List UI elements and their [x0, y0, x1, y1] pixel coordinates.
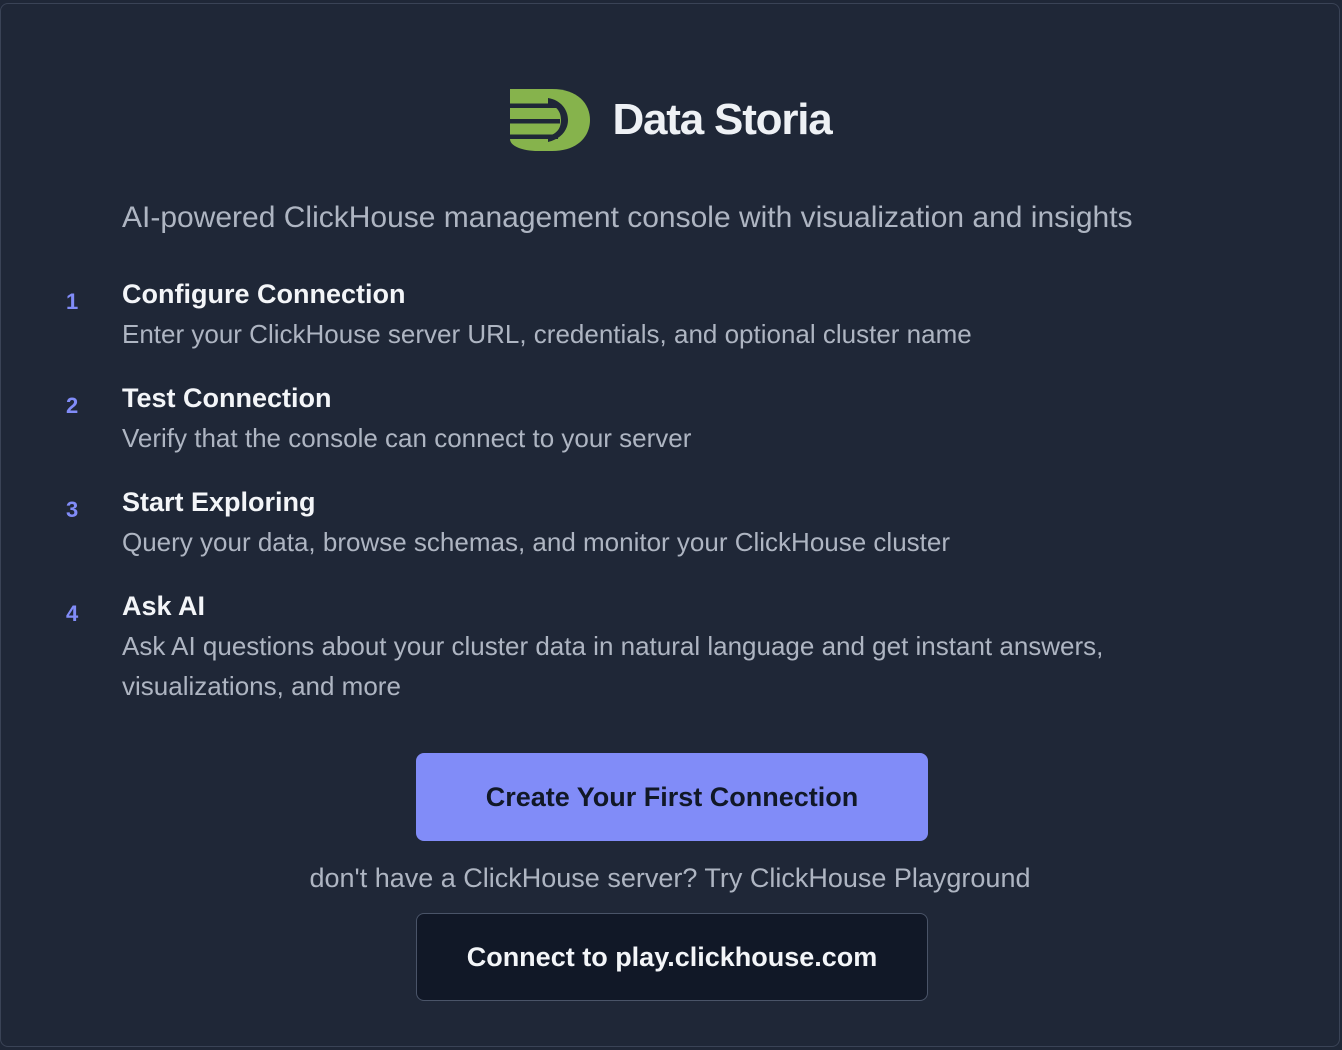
step-title: Configure Connection — [122, 279, 406, 309]
step-item: 2 Test Connection Verify that the consol… — [1, 378, 1301, 458]
app-header: Data Storia — [1, 86, 1339, 154]
step-item: 1 Configure Connection Enter your ClickH… — [1, 274, 1301, 354]
step-description: Enter your ClickHouse server URL, creden… — [122, 319, 972, 349]
tagline: AI-powered ClickHouse management console… — [122, 201, 1133, 234]
step-number: 2 — [66, 393, 79, 418]
welcome-panel: Data Storia AI-powered ClickHouse manage… — [0, 3, 1340, 1047]
step-title: Test Connection — [122, 383, 332, 413]
step-number: 3 — [66, 497, 79, 522]
step-item: 4 Ask AI Ask AI questions about your clu… — [1, 586, 1301, 706]
step-description: Query your data, browse schemas, and mon… — [122, 527, 951, 557]
step-item: 3 Start Exploring Query your data, brows… — [1, 482, 1301, 562]
step-number: 1 — [66, 289, 79, 314]
database-d-logo-icon — [508, 89, 591, 151]
step-number: 4 — [66, 601, 79, 626]
step-title: Start Exploring — [122, 487, 316, 517]
app-title: Data Storia — [612, 95, 832, 144]
step-description: Verify that the console can connect to y… — [122, 423, 692, 453]
connect-playground-button[interactable]: Connect to play.clickhouse.com — [416, 913, 928, 1001]
step-description: Ask AI questions about your cluster data… — [122, 631, 1104, 701]
create-first-connection-button[interactable]: Create Your First Connection — [416, 753, 928, 841]
onboarding-steps: 1 Configure Connection Enter your ClickH… — [1, 274, 1301, 730]
step-title: Ask AI — [122, 591, 206, 621]
playground-hint: don't have a ClickHouse server? Try Clic… — [309, 863, 1031, 893]
